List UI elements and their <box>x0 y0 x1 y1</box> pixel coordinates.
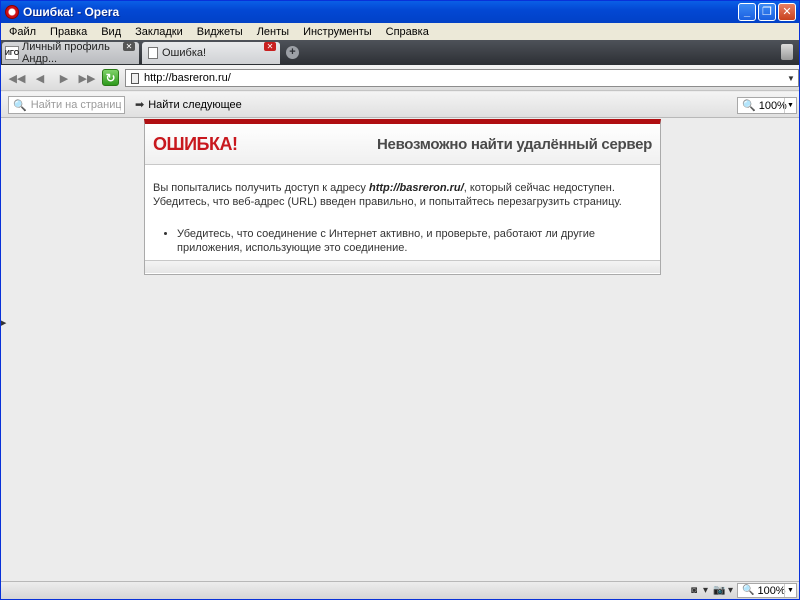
speed-dial-icon[interactable]: ◙ <box>691 585 697 596</box>
tab-label: Ошибка! <box>162 47 207 59</box>
arrow-right-icon: ➡ <box>135 99 145 111</box>
zoom-icon: 🔍 <box>742 100 756 112</box>
panel-toggle-icon[interactable]: ▶ <box>1 319 6 327</box>
tab-bar: ИГО Личный профиль Андр... ✕ Ошибка! ✕ + <box>1 40 799 65</box>
search-icon: 🔍 <box>13 99 27 112</box>
browser-window: Ошибка! - Opera _ ❐ ✕ Файл Правка Вид За… <box>0 0 800 600</box>
find-next-label: Найти следующее <box>148 98 242 111</box>
status-zoom-value: 100% <box>757 584 786 597</box>
opera-logo-icon[interactable] <box>5 5 19 19</box>
status-zoom-control[interactable]: 🔍 100% ▼ <box>737 583 797 598</box>
address-url: http://basreron.ru/ <box>144 72 231 84</box>
forward-arrow-icon: ▶ <box>59 72 69 85</box>
reload-icon: ↻ <box>105 70 116 85</box>
restore-icon: ❐ <box>762 5 772 18</box>
menu-item-tools[interactable]: Инструменты <box>297 26 380 38</box>
back-button[interactable]: ◀ <box>33 71 47 85</box>
error-message: Вы попытались получить доступ к адресу h… <box>153 182 622 208</box>
zoom-dropdown-icon[interactable]: ▼ <box>784 584 796 597</box>
error-heading: Невозможно найти удалённый сервер <box>377 136 652 153</box>
window-title: Ошибка! - Opera <box>23 5 120 19</box>
address-toolbar: ◀◀ ◀ ▶ ▶▶ ↻ http://basreron.ru/ ▼ <box>1 65 799 91</box>
list-item: Убедитесь, что соединение с Интернет акт… <box>177 227 652 255</box>
menu-item-bookmarks[interactable]: Закладки <box>129 26 191 38</box>
rewind-button[interactable]: ◀◀ <box>8 71 26 85</box>
minimize-button[interactable]: _ <box>738 3 756 21</box>
close-window-button[interactable]: ✕ <box>778 3 796 21</box>
menu-item-edit[interactable]: Правка <box>44 26 95 38</box>
page-content: ▶ ОШИБКА! Невозможно найти удалённый сер… <box>1 119 799 581</box>
rewind-icon: ◀◀ <box>8 72 26 85</box>
status-bar: ◙ ▾ 📷 ▾ 🔍 100% ▼ <box>1 581 799 599</box>
error-label: ОШИБКА! <box>153 134 238 154</box>
plus-icon: + <box>289 46 296 58</box>
minimize-icon: _ <box>743 5 751 18</box>
close-icon: ✕ <box>782 5 792 18</box>
menu-item-file[interactable]: Файл <box>3 26 44 38</box>
address-dropdown-icon[interactable]: ▼ <box>784 70 798 86</box>
find-field[interactable]: 🔍 <box>8 96 125 114</box>
address-field[interactable]: http://basreron.ru/ ▼ <box>125 69 799 87</box>
tab-close-icon[interactable]: ✕ <box>264 42 276 51</box>
error-suggestions: Убедитесь, что соединение с Интернет акт… <box>177 227 652 255</box>
page-info-icon[interactable] <box>131 72 139 84</box>
tab-label: Личный профиль Андр... <box>22 41 110 65</box>
forward-button[interactable]: ▶ <box>57 71 71 85</box>
zoom-control[interactable]: 🔍 100% ▼ <box>737 97 797 114</box>
menu-item-help[interactable]: Справка <box>380 26 437 38</box>
error-header: ОШИБКА! Невозможно найти удалённый серве… <box>145 124 660 165</box>
menu-item-view[interactable]: Вид <box>95 26 129 38</box>
back-arrow-icon: ◀ <box>35 72 45 85</box>
fast-forward-button[interactable]: ▶▶ <box>78 71 96 85</box>
maximize-button[interactable]: ❐ <box>758 3 776 21</box>
title-bar: Ошибка! - Opera _ ❐ ✕ <box>1 1 799 23</box>
tab-favicon: ИГО <box>5 46 19 60</box>
zoom-value: 100% <box>758 99 787 112</box>
page-icon <box>148 47 158 59</box>
zoom-dropdown-icon[interactable]: ▼ <box>784 98 796 113</box>
error-body: Вы попытались получить доступ к адресу h… <box>145 165 660 261</box>
tab-close-icon[interactable]: ✕ <box>123 42 135 51</box>
menu-bar: Файл Правка Вид Закладки Виджеты Ленты И… <box>1 23 799 40</box>
trash-icon[interactable] <box>781 44 793 60</box>
camera-icon[interactable]: 📷 <box>713 585 725 596</box>
find-next-button[interactable]: ➡ Найти следующее <box>135 98 242 112</box>
find-bar: 🔍 ➡ Найти следующее 🔍 100% ▼ <box>1 92 799 118</box>
new-tab-button[interactable]: + <box>286 46 299 59</box>
find-input[interactable] <box>30 99 121 111</box>
reload-button[interactable]: ↻ <box>102 69 119 86</box>
images-dropdown-icon[interactable]: ▾ <box>728 585 733 596</box>
error-url: http://basreron.ru/ <box>368 182 464 194</box>
tab-profile[interactable]: ИГО Личный профиль Андр... ✕ <box>2 41 139 65</box>
error-footer <box>145 261 660 273</box>
menu-item-widgets[interactable]: Виджеты <box>191 26 251 38</box>
zoom-icon: 🔍 <box>742 585 755 596</box>
unite-icon[interactable]: ▾ <box>703 585 708 596</box>
tab-error[interactable]: Ошибка! ✕ <box>142 42 280 64</box>
menu-item-feeds[interactable]: Ленты <box>251 26 297 38</box>
error-box: ОШИБКА! Невозможно найти удалённый серве… <box>144 119 661 275</box>
fast-forward-icon: ▶▶ <box>78 72 96 85</box>
